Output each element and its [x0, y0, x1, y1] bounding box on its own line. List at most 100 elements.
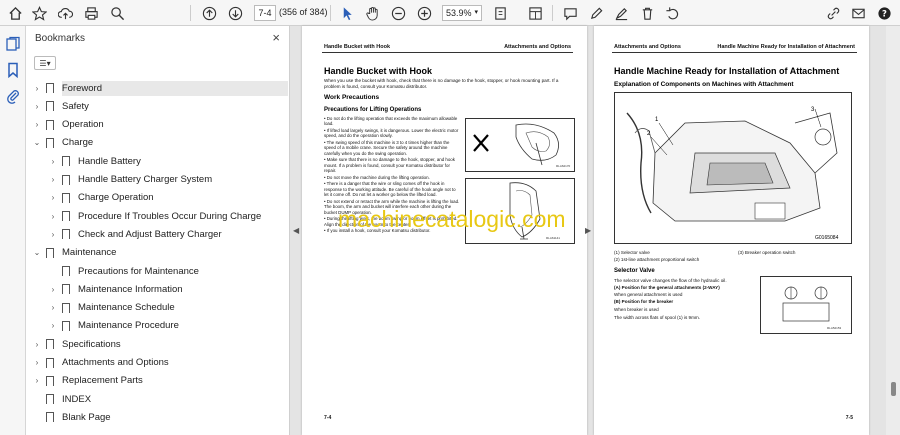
- bookmark-flag-icon: [62, 211, 70, 225]
- bookmark-flag-icon: [46, 375, 54, 389]
- bookmark-item[interactable]: › Handle Battery Charger System: [26, 171, 288, 189]
- help-icon[interactable]: ?: [874, 3, 894, 23]
- chevron-right-icon[interactable]: ›: [48, 285, 58, 294]
- section-heading: Explanation of Components on Machines wi…: [614, 81, 794, 88]
- chevron-right-icon[interactable]: ›: [32, 84, 42, 93]
- bookmark-flag-icon: [46, 394, 54, 408]
- attachment-icon[interactable]: [5, 88, 21, 104]
- document-view[interactable]: ◀ Handle Bucket with Hook Attachments an…: [290, 26, 900, 435]
- body-line: The selector valve changes the flow of t…: [614, 278, 727, 283]
- collapse-mid-icon[interactable]: ▶: [585, 226, 591, 235]
- bookmark-flag-icon: [62, 320, 70, 334]
- bullet-item: • The swing speed of this machine is 3 t…: [324, 140, 450, 156]
- running-header-right: Handle Machine Ready for Installation of…: [717, 44, 855, 50]
- scrollbar-thumb[interactable]: [891, 382, 896, 396]
- pen-icon[interactable]: [586, 3, 606, 23]
- bookmark-item[interactable]: ⌄ Charge: [26, 134, 288, 152]
- bookmark-label: Maintenance Schedule: [78, 302, 175, 314]
- bookmark-item[interactable]: › Foreword: [26, 79, 289, 97]
- legend-2: (2) 1st-line attachment proportional swi…: [614, 257, 700, 262]
- collapse-left-icon[interactable]: ◀: [293, 226, 299, 235]
- bookmark-item[interactable]: › Attachments and Options: [26, 354, 288, 372]
- highlight-icon[interactable]: [611, 3, 631, 23]
- zoom-in-icon[interactable]: [414, 3, 434, 23]
- chevron-right-icon[interactable]: ›: [48, 157, 58, 166]
- bookmark-item[interactable]: › Charge Operation: [26, 189, 288, 207]
- chevron-down-icon: ▾: [474, 9, 478, 16]
- zoom-out-icon[interactable]: [388, 3, 408, 23]
- chevron-right-icon[interactable]: ›: [48, 230, 58, 239]
- trash-icon[interactable]: [637, 3, 657, 23]
- bookmark-flag-icon: [62, 192, 70, 206]
- page-count: (356 of 384): [279, 7, 328, 17]
- bookmark-item[interactable]: Precautions for Maintenance: [26, 262, 288, 280]
- mail-icon[interactable]: [848, 3, 868, 23]
- select-cursor-icon[interactable]: [337, 3, 357, 23]
- bookmark-item[interactable]: › Safety: [26, 97, 288, 115]
- bookmark-item[interactable]: › Procedure If Troubles Occur During Char…: [26, 207, 288, 225]
- machine-figure: 1 2 3 G0165084: [614, 92, 852, 244]
- undo-icon[interactable]: [662, 3, 682, 23]
- page-number: 7-5: [845, 415, 853, 421]
- bookmark-flag-icon: [62, 266, 70, 279]
- next-page-icon[interactable]: [225, 3, 245, 23]
- bookmark-label: Precautions for Maintenance: [78, 265, 199, 277]
- bookmark-item[interactable]: › Maintenance Information: [26, 280, 288, 298]
- close-icon[interactable]: ×: [272, 30, 280, 45]
- star-icon[interactable]: [29, 3, 49, 23]
- bullet-item: • If lifted load largely swings, it is d…: [324, 128, 459, 139]
- comment-icon[interactable]: [560, 3, 580, 23]
- page-title: Handle Machine Ready for Installation of…: [614, 66, 840, 76]
- chevron-right-icon[interactable]: ›: [48, 175, 58, 184]
- bookmark-item[interactable]: › Check and Adjust Battery Charger: [26, 225, 288, 243]
- chevron-right-icon[interactable]: ›: [48, 303, 58, 312]
- watermark: machinecatalogic.com: [338, 206, 566, 232]
- chevron-right-icon[interactable]: ›: [48, 212, 58, 221]
- bookmark-item[interactable]: › Maintenance Schedule: [26, 299, 288, 317]
- thumbnails-icon[interactable]: [5, 36, 21, 52]
- hand-tool-icon[interactable]: [362, 3, 382, 23]
- callout-3: 3: [811, 107, 815, 113]
- legend-3: (3) Breaker operation switch: [738, 250, 796, 255]
- chevron-right-icon[interactable]: ›: [32, 120, 42, 129]
- bookmark-label: Replacement Parts: [62, 375, 143, 387]
- page-number-input[interactable]: 7-4: [254, 5, 276, 21]
- bookmark-item[interactable]: INDEX: [26, 390, 288, 408]
- bookmark-icon[interactable]: [5, 62, 21, 79]
- chevron-right-icon[interactable]: ›: [32, 340, 42, 349]
- bookmark-label: Operation: [62, 119, 104, 131]
- page-layout-icon[interactable]: [525, 3, 545, 23]
- bookmark-item[interactable]: › Replacement Parts: [26, 372, 288, 390]
- zoom-level-select[interactable]: 53.9% ▾: [442, 5, 482, 21]
- bookmark-flag-icon: [62, 229, 70, 243]
- bookmark-item[interactable]: ⌄ Maintenance: [26, 244, 288, 262]
- bookmark-label: Blank Page: [62, 411, 111, 423]
- bookmark-label: Maintenance Procedure: [78, 320, 179, 332]
- chevron-right-icon[interactable]: ›: [48, 193, 58, 202]
- print-icon[interactable]: [81, 3, 101, 23]
- chevron-right-icon[interactable]: ›: [32, 358, 42, 367]
- chevron-right-icon[interactable]: ›: [32, 102, 42, 111]
- page-title: Handle Bucket with Hook: [324, 66, 433, 76]
- bookmark-item[interactable]: Blank Page: [26, 408, 288, 426]
- subsection-heading: Selector Valve: [614, 268, 655, 274]
- bookmark-item[interactable]: › Specifications: [26, 335, 288, 353]
- zoom-search-icon[interactable]: [107, 3, 127, 23]
- bookmark-item[interactable]: › Operation: [26, 116, 288, 134]
- bookmark-label: INDEX: [62, 393, 92, 405]
- bookmark-flag-icon: [46, 247, 54, 261]
- bookmark-item[interactable]: › Maintenance Procedure: [26, 317, 288, 335]
- chevron-right-icon[interactable]: ›: [32, 376, 42, 385]
- bookmark-item[interactable]: › Handle Battery: [26, 152, 288, 170]
- vertical-scrollbar[interactable]: [886, 26, 900, 435]
- cloud-upload-icon[interactable]: [55, 3, 75, 23]
- home-icon[interactable]: [5, 3, 25, 23]
- chevron-right-icon[interactable]: ›: [48, 321, 58, 330]
- previous-page-icon[interactable]: [199, 3, 219, 23]
- bookmark-label: Charge: [62, 137, 94, 149]
- chevron-down-icon[interactable]: ⌄: [32, 248, 42, 257]
- link-edit-icon[interactable]: [823, 3, 843, 23]
- options-menu-icon[interactable]: ☰▾: [34, 56, 56, 70]
- fit-page-icon[interactable]: [490, 3, 510, 23]
- chevron-down-icon[interactable]: ⌄: [32, 138, 42, 147]
